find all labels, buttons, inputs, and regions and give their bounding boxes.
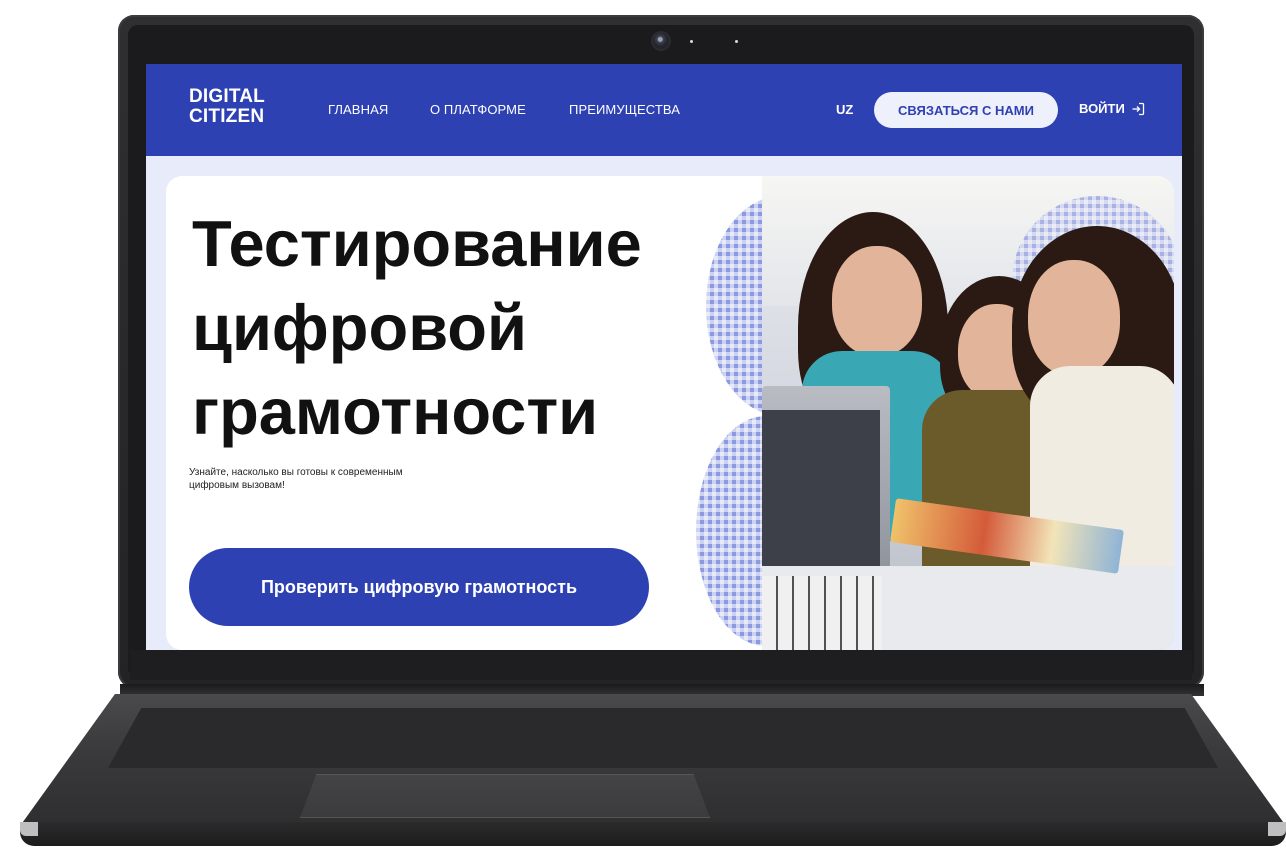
check-literacy-button[interactable]: Проверить цифровую грамотность [189,548,649,626]
nav-link-home[interactable]: ГЛАВНАЯ [328,102,388,117]
photo-person-face [1028,260,1120,376]
keyboard-area [108,708,1218,768]
laptop-bezel-bottom [130,650,1192,680]
hero-title: Тестирование цифровой грамотности [192,202,752,454]
hero-section: Тестирование цифровой грамотности Узнайт… [166,176,1174,650]
contact-us-button[interactable]: СВЯЗАТЬСЯ С НАМИ [874,92,1058,128]
top-navbar: DIGITAL CITIZEN ГЛАВНАЯ О ПЛАТФОРМЕ ПРЕИ… [146,64,1182,156]
trackpad [300,774,710,818]
site-logo[interactable]: DIGITAL CITIZEN [189,87,289,127]
hero-subtitle-line: Узнайте, насколько вы готовы к современн… [189,467,403,478]
hero-subtitle: Узнайте, насколько вы готовы к современн… [189,466,519,492]
login-arrow-icon [1132,102,1144,115]
login-link[interactable]: ВОЙТИ [1079,101,1145,116]
photo-monitor-screen [762,410,880,580]
nav-link-about[interactable]: О ПЛАТФОРМЕ [430,102,526,117]
sensor-dot [735,40,738,43]
webcam-icon [653,33,669,49]
photo-maze-pattern [762,576,882,650]
logo-line-1: DIGITAL [189,86,265,107]
laptop-screen: DIGITAL CITIZEN ГЛАВНАЯ О ПЛАТФОРМЕ ПРЕИ… [146,64,1182,650]
language-switch[interactable]: UZ [836,102,853,117]
sensor-dot [690,40,693,43]
hero-title-line: Тестирование [192,207,642,280]
hero-photo [762,176,1174,650]
hero-title-line: цифровой [192,291,527,364]
photo-person-face [832,246,922,356]
photo-monitor [762,386,890,596]
laptop-front-edge [20,822,1286,846]
hero-subtitle-line: цифровым вызовам! [189,480,285,491]
hero-title-line: грамотности [192,375,599,448]
logo-line-2: CITIZEN [189,106,265,127]
nav-link-benefits[interactable]: ПРЕИМУЩЕСТВА [569,102,680,117]
login-label: ВОЙТИ [1079,101,1125,116]
